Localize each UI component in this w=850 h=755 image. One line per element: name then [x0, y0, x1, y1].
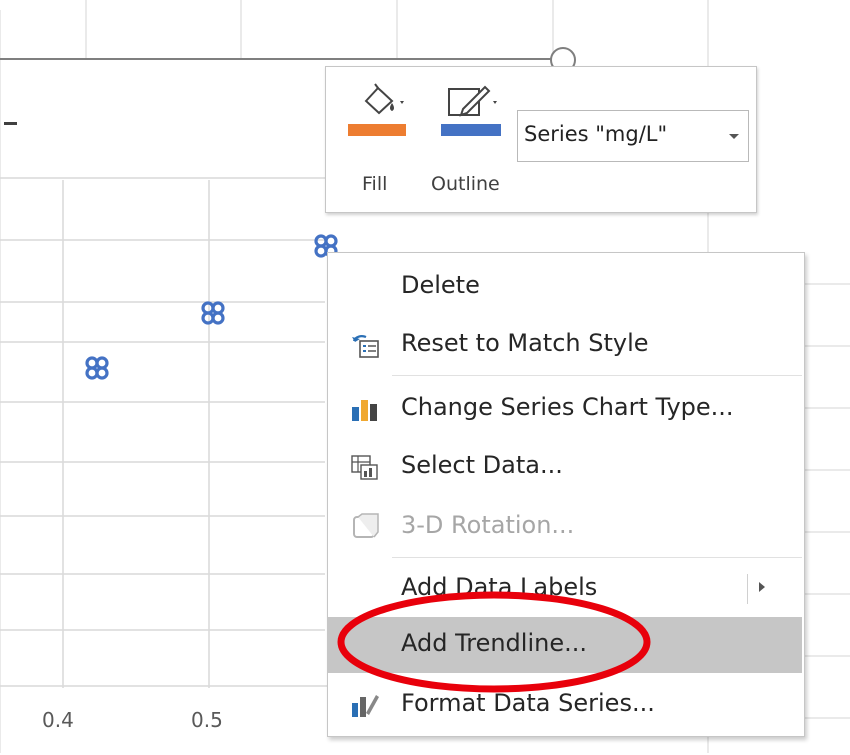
select-data-icon [351, 455, 378, 480]
fill-button[interactable]: Fill [344, 81, 414, 201]
format-mini-toolbar: Fill Outline Series "mg/L" [325, 66, 757, 213]
fill-color-swatch [348, 124, 406, 136]
chart-element-selected: Series "mg/L" [524, 122, 668, 146]
context-menu: Delete Reset to Match Style Change Serie… [327, 252, 805, 737]
menu-item-delete[interactable]: Delete [328, 259, 804, 315]
x-tick-label: 0.4 [42, 708, 74, 732]
menu-item-label: Add Trendline... [401, 629, 587, 657]
menu-separator [392, 557, 802, 558]
chevron-down-icon [729, 134, 739, 139]
menu-item-label: Change Series Chart Type... [401, 393, 734, 421]
menu-item-label: Select Data... [401, 451, 563, 479]
menu-item-label: Format Data Series... [401, 689, 655, 717]
menu-item-change-chart-type[interactable]: Change Series Chart Type... [328, 381, 804, 437]
data-point-marker[interactable] [84, 355, 110, 381]
pencil-outline-icon [448, 85, 497, 117]
menu-item-label: Delete [401, 271, 480, 299]
format-series-icon [352, 695, 379, 717]
menu-item-label: Reset to Match Style [401, 329, 649, 357]
submenu-divider [747, 574, 748, 604]
chart-element-dropdown[interactable]: Series "mg/L" [517, 110, 749, 162]
menu-separator [392, 375, 802, 376]
menu-item-select-data[interactable]: Select Data... [328, 439, 804, 495]
bar-chart-icon [352, 400, 377, 421]
x-tick-label: 0.5 [191, 708, 223, 732]
fill-label: Fill [362, 173, 388, 195]
outline-label: Outline [431, 173, 500, 195]
menu-item-format-data-series[interactable]: Format Data Series... [328, 677, 804, 733]
menu-item-add-trendline[interactable]: Add Trendline... [328, 617, 802, 673]
reset-style-icon [352, 335, 379, 358]
menu-item-label: Add Data Labels [401, 573, 598, 601]
outline-color-swatch [441, 124, 501, 136]
menu-item-add-data-labels[interactable]: Add Data Labels [328, 561, 804, 617]
data-point-marker[interactable] [200, 300, 226, 326]
menu-item-label: 3-D Rotation... [401, 511, 575, 539]
outline-button[interactable]: Outline [431, 81, 513, 201]
menu-item-3d-rotation[interactable]: 3-D Rotation... [328, 499, 804, 555]
paint-bucket-icon [364, 83, 404, 115]
rotation-3d-icon [353, 513, 379, 538]
chevron-right-icon[interactable] [758, 581, 766, 593]
menu-item-reset-style[interactable]: Reset to Match Style [328, 317, 804, 373]
